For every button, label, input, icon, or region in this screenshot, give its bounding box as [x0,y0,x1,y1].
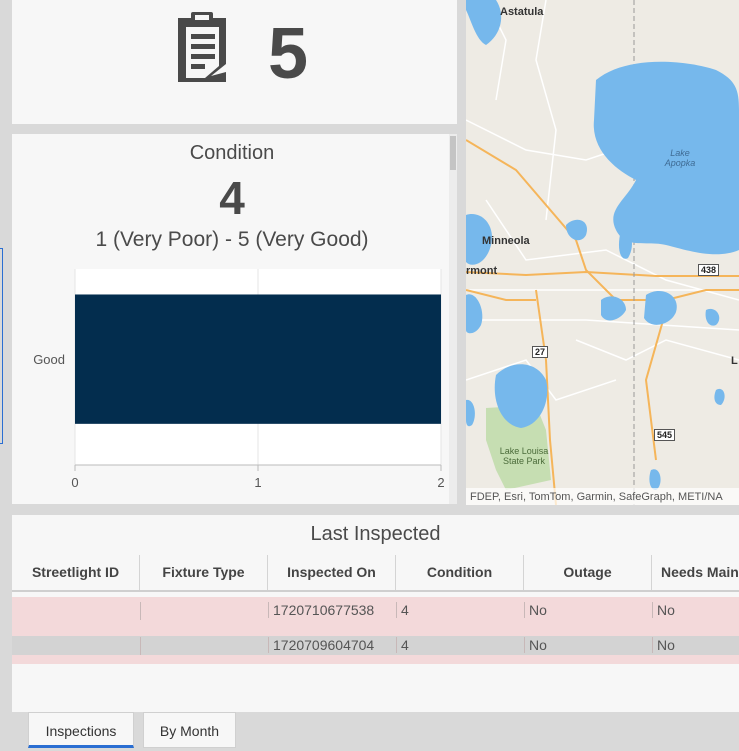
table-cell: 4 [396,637,409,653]
route-shield-545: 545 [654,429,676,441]
table-title: Last Inspected [310,523,441,545]
last-inspected-table-card: Last Inspected Streetlight ID Fixture Ty… [12,515,739,712]
chart-x-tick-label: 1 [254,475,261,490]
chart-category-label: Good [33,352,65,367]
condition-card: Condition 4 1 (Very Poor) - 5 (Very Good… [12,134,457,504]
clipboard-icon [178,12,226,82]
table-cell: 1720710677538 [268,602,374,618]
tab-by-month[interactable]: By Month [143,712,236,748]
chart-x-tick-label: 0 [71,475,78,490]
table-cell: No [524,637,547,653]
table-header: Streetlight ID Fixture Type Inspected On… [12,555,739,592]
map-view[interactable]: Astatula Lake Apopka Minneola rmont Lake… [466,0,739,505]
table-cell [140,602,145,620]
condition-title: Condition [189,142,275,164]
map-label-lake-apopka: Lake Apopka [664,148,696,168]
condition-scrollbar-thumb[interactable] [450,136,456,170]
table-cell: No [652,602,675,618]
map-basemap [466,0,739,505]
map-label-astatula: Astatula [500,6,544,18]
condition-scrollbar[interactable] [449,134,457,504]
table-row[interactable]: 1720710677538 4 No No [12,597,739,629]
condition-scale-label: 1 (Very Poor) - 5 (Very Good) [95,228,369,251]
table-cell [140,637,145,655]
col-header-streetlight-id[interactable]: Streetlight ID [12,555,140,590]
indicator-value: 5 [268,14,309,94]
col-header-fixture-type[interactable]: Fixture Type [140,555,268,590]
tab-inspections[interactable]: Inspections [28,712,134,748]
table-cell: 4 [396,602,409,618]
table-cell: 1720709604704 [268,637,374,653]
col-header-condition[interactable]: Condition [396,555,524,590]
col-header-needs-maintenance[interactable]: Needs Main [652,555,739,590]
table-cell: No [652,637,675,653]
map-label-minneola: Minneola [482,235,530,247]
map-label-partial: L [731,355,738,367]
indicator-card: 5 [12,0,457,124]
selection-edge [0,248,3,444]
chart-x-tick-label: 2 [437,475,444,490]
col-header-inspected-on[interactable]: Inspected On [268,555,396,590]
route-shield-438: 438 [698,264,720,276]
condition-value: 4 [219,172,245,224]
col-header-outage[interactable]: Outage [524,555,652,590]
map-label-clermont: rmont [466,265,498,277]
map-attribution[interactable]: FDEP, Esri, TomTom, Garmin, SafeGraph, M… [466,488,739,505]
chart-bar [75,294,441,424]
table-cell: No [524,602,547,618]
route-shield-27: 27 [532,346,549,358]
table-row[interactable]: 1720709604704 4 No No [12,629,739,664]
condition-bar-chart: 0 1 2 Good [33,269,445,490]
map-label-park: Lake Louisa State Park [499,446,549,466]
